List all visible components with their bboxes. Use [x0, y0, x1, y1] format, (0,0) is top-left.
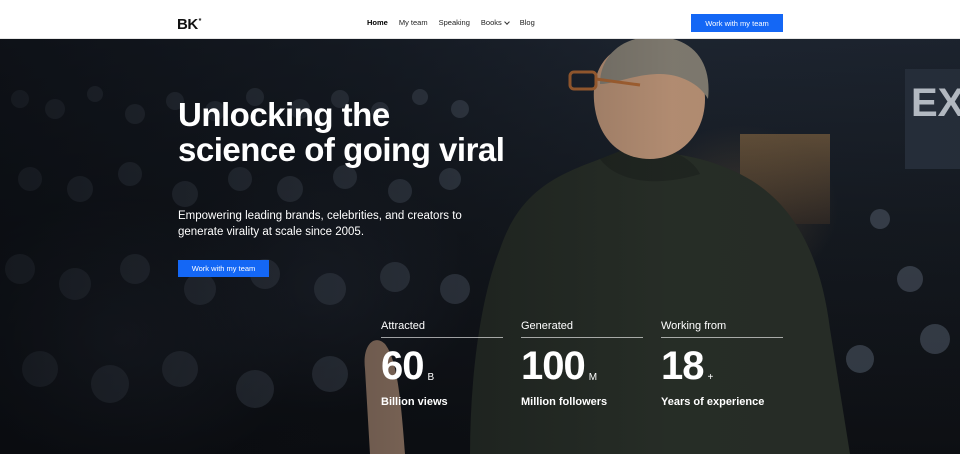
stat-number: 18 — [661, 344, 704, 388]
stat-followers: Generated 100 M Million followers — [521, 319, 643, 408]
stat-value: 100 M — [521, 346, 643, 386]
stat-views: Attracted 60 B Billion views — [381, 319, 503, 408]
stat-value: 60 B — [381, 346, 503, 386]
brand-logo[interactable]: BK* — [177, 14, 202, 33]
stat-experience: Working from 18 + Years of experience — [661, 319, 783, 408]
stat-unit: + — [707, 372, 714, 383]
chevron-down-icon — [503, 19, 510, 25]
stat-value: 18 + — [661, 346, 783, 386]
nav-item-label: My team — [398, 18, 428, 27]
nav-item-label: Home — [367, 18, 388, 27]
stat-caption: Billion views — [381, 396, 448, 408]
nav-item-home[interactable]: Home — [367, 18, 388, 28]
nav-item-blog[interactable]: Blog — [520, 18, 535, 28]
nav-item-label: Books — [480, 18, 502, 27]
stat-label: Working from — [661, 319, 783, 338]
nav-item-label: Speaking — [438, 18, 470, 27]
work-with-my-team-button[interactable]: Work with my team — [691, 14, 783, 32]
hero-subtitle: Empowering leading brands, celebrities, … — [178, 210, 462, 238]
nav-item-books[interactable]: Books — [480, 18, 510, 28]
stat-label: Generated — [521, 319, 643, 338]
hero-title: Unlocking the science of going viral — [178, 96, 505, 168]
stat-caption: Years of experience — [661, 396, 765, 408]
brand-logo-mark: * — [198, 18, 202, 25]
hero-section: EX Unlocking the science of going viral … — [0, 39, 960, 454]
nav-item-speaking[interactable]: Speaking — [439, 18, 470, 28]
site-header: BK* Home My team Speaking Books Blog Wor… — [0, 0, 960, 39]
stat-number: 100 — [521, 344, 586, 388]
nav-item-my-team[interactable]: My team — [399, 18, 428, 28]
stat-label: Attracted — [381, 319, 503, 338]
brand-logo-text: BK — [177, 16, 198, 33]
hero-work-with-my-team-button[interactable]: Work with my team — [178, 260, 269, 277]
stat-number: 60 — [381, 344, 424, 388]
nav-item-label: Blog — [519, 18, 535, 27]
stat-unit: M — [588, 372, 598, 383]
main-nav: Home My team Speaking Books Blog — [367, 18, 546, 28]
stat-unit: B — [427, 372, 435, 383]
stat-caption: Million followers — [521, 396, 608, 408]
